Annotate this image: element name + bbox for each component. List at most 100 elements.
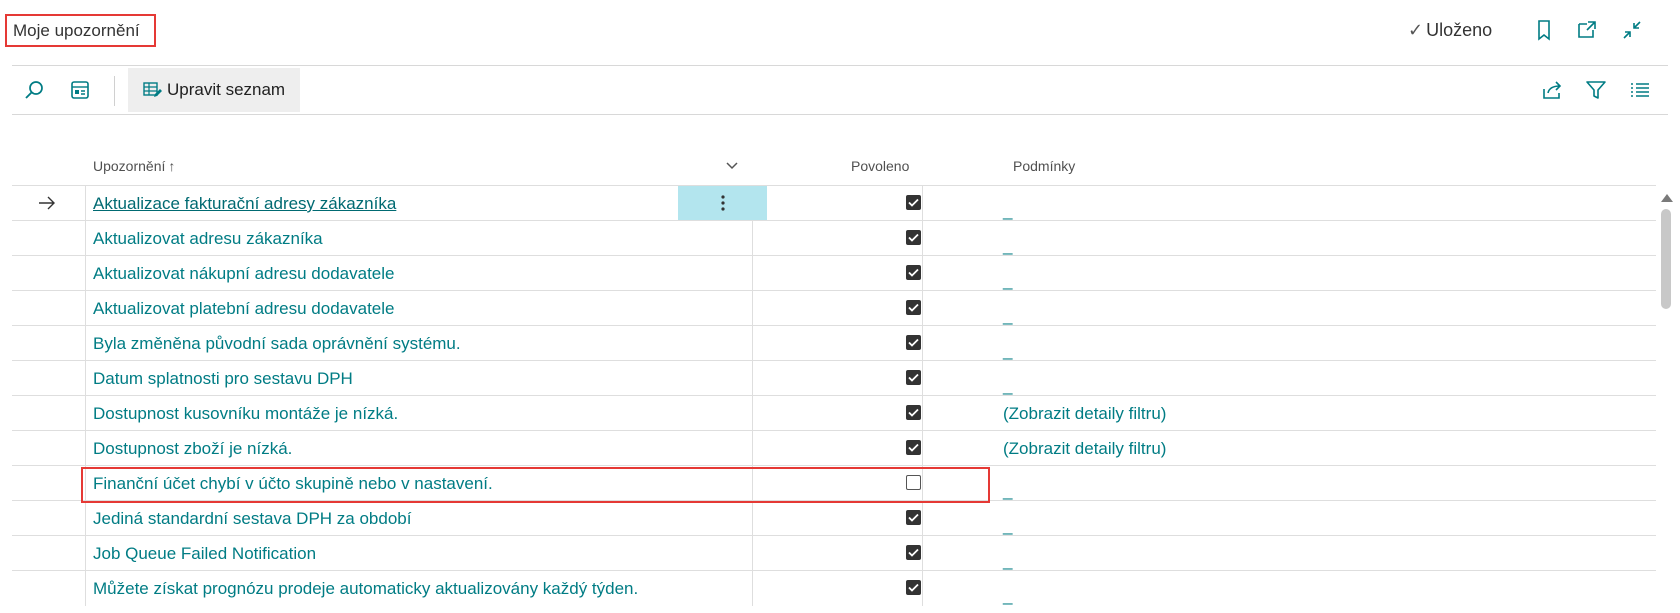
- column-divider: [922, 291, 923, 326]
- enabled-checkbox[interactable]: [906, 475, 921, 490]
- column-divider: [922, 221, 923, 256]
- list-view-button[interactable]: [1620, 66, 1660, 114]
- column-divider: [752, 571, 753, 606]
- filter-button[interactable]: [1576, 66, 1616, 114]
- notification-name-link[interactable]: Dostupnost kusovníku montáže je nízká.: [93, 396, 398, 431]
- sort-ascending-icon: ↑: [168, 158, 176, 174]
- share-button[interactable]: [1532, 66, 1572, 114]
- row-selected-arrow-icon: [38, 195, 56, 216]
- column-divider: [922, 571, 923, 606]
- notification-name-link[interactable]: Jediná standardní sestava DPH za období: [93, 501, 411, 536]
- table-row[interactable]: Aktualizovat platební adresu dodavatele _: [12, 290, 1656, 326]
- column-header-enabled[interactable]: Povoleno: [851, 158, 909, 174]
- show-as-tiles-button[interactable]: [60, 66, 100, 114]
- column-divider: [85, 466, 86, 501]
- column-divider: [85, 221, 86, 256]
- column-divider: [752, 326, 753, 361]
- notification-name-link[interactable]: Finanční účet chybí v účto skupině nebo …: [93, 466, 493, 501]
- column-divider: [922, 396, 923, 431]
- table-row[interactable]: Aktualizovat nákupní adresu dodavatele _: [12, 255, 1656, 291]
- column-divider: [752, 396, 753, 431]
- chevron-down-icon[interactable]: [725, 158, 739, 177]
- table-row[interactable]: Jediná standardní sestava DPH za období _: [12, 500, 1656, 536]
- column-divider: [752, 221, 753, 256]
- table-row[interactable]: Dostupnost kusovníku montáže je nízká. (Z…: [12, 395, 1656, 431]
- collapse-icon[interactable]: [1620, 18, 1644, 42]
- saved-status: ✓ Uloženo: [1408, 17, 1492, 43]
- column-divider: [752, 501, 753, 536]
- column-divider: [85, 501, 86, 536]
- column-divider: [85, 186, 86, 221]
- action-bar: Upravit seznam: [0, 66, 1680, 114]
- column-divider: [752, 536, 753, 571]
- enabled-checkbox[interactable]: [906, 510, 921, 525]
- column-divider: [922, 536, 923, 571]
- bookmark-icon[interactable]: [1532, 18, 1556, 42]
- enabled-checkbox[interactable]: [906, 545, 921, 560]
- notification-name-link[interactable]: Aktualizovat platební adresu dodavatele: [93, 291, 394, 326]
- notification-name-link[interactable]: Datum splatnosti pro sestavu DPH: [93, 361, 353, 396]
- enabled-checkbox[interactable]: [906, 265, 921, 280]
- column-divider: [922, 431, 923, 466]
- notification-name-link[interactable]: Aktualizovat adresu zákazníka: [93, 221, 323, 256]
- scroll-up-icon[interactable]: [1660, 190, 1674, 208]
- column-divider: [85, 361, 86, 396]
- column-divider: [85, 256, 86, 291]
- scrollbar-thumb[interactable]: [1661, 209, 1671, 309]
- enabled-checkbox[interactable]: [906, 335, 921, 350]
- open-new-window-icon[interactable]: [1575, 18, 1599, 42]
- enabled-checkbox[interactable]: [906, 370, 921, 385]
- enabled-checkbox[interactable]: [906, 300, 921, 315]
- column-divider: [85, 326, 86, 361]
- column-divider: [752, 291, 753, 326]
- column-divider: [922, 256, 923, 291]
- check-icon: ✓: [1408, 20, 1424, 40]
- enabled-checkbox[interactable]: [906, 440, 921, 455]
- column-divider: [922, 326, 923, 361]
- page-header: Moje upozornění ✓ Uloženo: [0, 0, 1680, 64]
- column-divider: [752, 256, 753, 291]
- enabled-checkbox[interactable]: [906, 580, 921, 595]
- share-icon: [1543, 81, 1562, 99]
- column-divider: [922, 186, 923, 221]
- column-divider: [85, 291, 86, 326]
- toolbar-separator: [114, 76, 115, 106]
- enabled-checkbox[interactable]: [906, 230, 921, 245]
- table-row[interactable]: Job Queue Failed Notification _: [12, 535, 1656, 571]
- column-divider: [752, 466, 753, 501]
- column-divider: [85, 536, 86, 571]
- table-row[interactable]: Můžete získat prognózu prodeje automatic…: [12, 570, 1656, 606]
- edit-list-icon: [143, 82, 162, 97]
- table-row[interactable]: Byla změněna původní sada oprávnění syst…: [12, 325, 1656, 361]
- toolbar-divider: [12, 114, 1668, 115]
- column-divider: [752, 361, 753, 396]
- enabled-checkbox[interactable]: [906, 195, 921, 210]
- conditions-link[interactable]: (Zobrazit detaily filtru): [1003, 396, 1166, 431]
- notification-name-link[interactable]: Můžete získat prognózu prodeje automatic…: [93, 571, 638, 606]
- search-button[interactable]: [14, 66, 54, 114]
- column-divider: [922, 501, 923, 536]
- page-title: Moje upozornění: [5, 14, 156, 47]
- notification-name-link[interactable]: Dostupnost zboží je nízká.: [93, 431, 292, 466]
- notification-name-link[interactable]: Aktualizovat nákupní adresu dodavatele: [93, 256, 394, 291]
- edit-list-button[interactable]: Upravit seznam: [128, 68, 300, 112]
- notification-name-link[interactable]: Byla změněna původní sada oprávnění syst…: [93, 326, 461, 361]
- table-row[interactable]: Aktualizace fakturační adresy zákazníka _: [12, 185, 1656, 221]
- column-header-notification-label: Upozornění: [93, 158, 166, 174]
- column-divider: [85, 396, 86, 431]
- notification-name-link[interactable]: Job Queue Failed Notification: [93, 536, 316, 571]
- table-row[interactable]: Dostupnost zboží je nízká. (Zobrazit deta…: [12, 430, 1656, 466]
- row-actions-more-icon[interactable]: [678, 186, 767, 220]
- column-header-notification[interactable]: Upozornění ↑: [93, 158, 175, 174]
- search-icon: [25, 81, 43, 99]
- table-row[interactable]: Datum splatnosti pro sestavu DPH _: [12, 360, 1656, 396]
- enabled-checkbox[interactable]: [906, 405, 921, 420]
- conditions-link[interactable]: (Zobrazit detaily filtru): [1003, 431, 1166, 466]
- column-header-conditions[interactable]: Podmínky: [1013, 158, 1075, 174]
- column-divider: [85, 571, 86, 606]
- column-divider: [85, 431, 86, 466]
- table-row[interactable]: Finanční účet chybí v účto skupině nebo …: [12, 465, 1656, 501]
- notification-name-link[interactable]: Aktualizace fakturační adresy zákazníka: [93, 186, 396, 221]
- conditions-link[interactable]: _: [1003, 578, 1012, 613]
- table-row[interactable]: Aktualizovat adresu zákazníka _: [12, 220, 1656, 256]
